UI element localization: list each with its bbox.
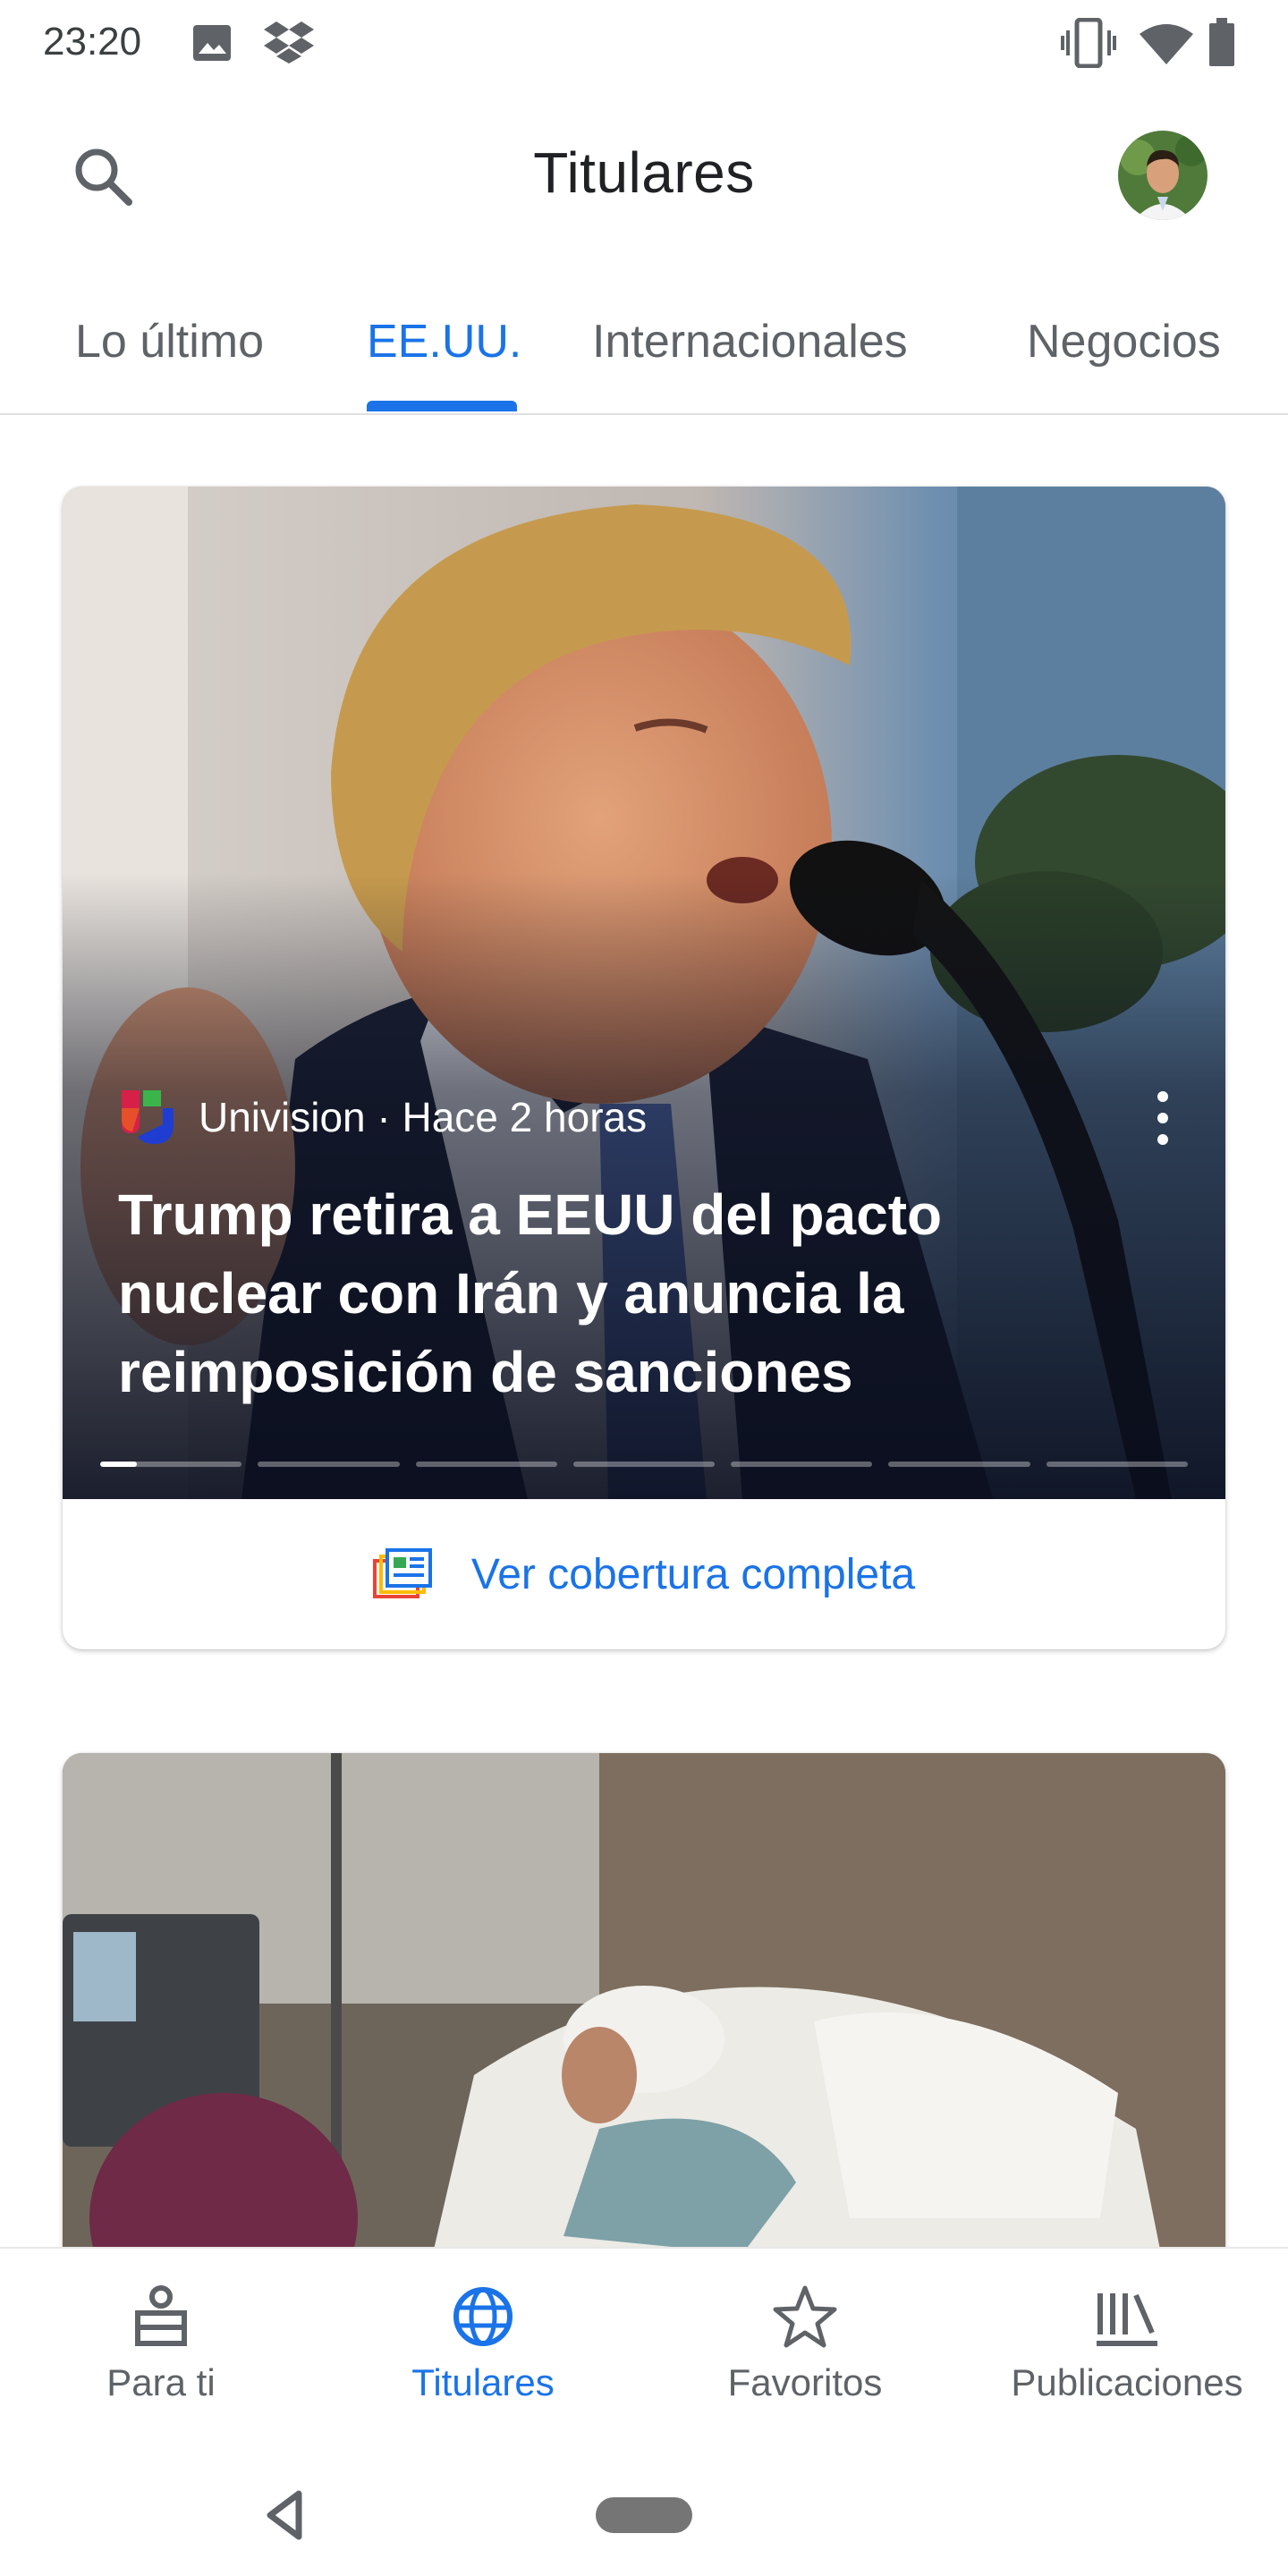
home-button[interactable] (596, 2497, 692, 2533)
tab-internacionales[interactable]: Internacionales (592, 315, 908, 369)
carousel-segment (1046, 1462, 1188, 1467)
nav-headlines-label: Titulares (411, 2361, 555, 2403)
carousel-segment (415, 1462, 557, 1467)
carousel-segment (572, 1462, 716, 1467)
carousel-segment (888, 1462, 1030, 1467)
carousel-segment (731, 1462, 873, 1467)
carousel-segment (258, 1462, 400, 1467)
more-options-icon[interactable] (1136, 1082, 1190, 1154)
back-icon[interactable] (259, 2487, 313, 2544)
bottom-navigation: Para ti Titulares Favoritos Publicacione… (0, 2247, 1288, 2456)
story-source-and-time: Univision · Hace 2 horas (199, 1094, 648, 1140)
tab-lo-ultimo[interactable]: Lo último (75, 315, 264, 369)
system-navigation-bar (0, 2456, 1288, 2576)
tab-negocios[interactable]: Negocios (1027, 315, 1221, 369)
status-bar: 23:20 (0, 0, 1288, 86)
univision-logo-icon (122, 1090, 174, 1144)
story-card[interactable]: Univision · Hace 2 horas Trump retira a … (63, 487, 1225, 1649)
star-icon (773, 2285, 837, 2348)
for-you-icon (135, 2285, 187, 2346)
nav-publications[interactable]: Publicaciones (966, 2249, 1288, 2458)
carousel-progress (100, 1462, 1188, 1469)
nav-favorites[interactable]: Favoritos (644, 2249, 966, 2458)
tab-ee-uu[interactable]: EE.UU. (367, 315, 521, 369)
story-photo (63, 1753, 1225, 2308)
vibrate-icon (1061, 18, 1116, 68)
story-headline[interactable]: Trump retira a EEUU del pacto nuclear co… (118, 1175, 1129, 1411)
globe-icon (453, 2287, 513, 2346)
account-avatar[interactable] (1118, 131, 1208, 220)
image-icon (193, 25, 231, 61)
active-tab-indicator (367, 401, 517, 411)
status-time: 23:20 (43, 20, 142, 64)
story-source-row: Univision · Hace 2 horas (118, 1088, 647, 1147)
battery-icon (1209, 18, 1234, 66)
full-coverage-label: Ver cobertura completa (470, 1550, 916, 1598)
nav-headlines[interactable]: Titulares (322, 2249, 644, 2458)
wifi-icon (1140, 24, 1193, 64)
publications-icon (1097, 2293, 1157, 2346)
nav-favorites-label: Favoritos (727, 2361, 883, 2403)
section-tabs: Lo último EE.UU. Internacionales Negocio… (0, 265, 1288, 415)
nav-for-you[interactable]: Para ti (0, 2249, 322, 2458)
full-coverage-icon (372, 1548, 432, 1598)
nav-publications-label: Publicaciones (1011, 2361, 1243, 2403)
full-coverage-button[interactable]: Ver cobertura completa (63, 1499, 1225, 1649)
story-card[interactable] (63, 1753, 1225, 2308)
nav-for-you-label: Para ti (106, 2361, 216, 2403)
dropbox-icon (264, 21, 314, 64)
page-title: Titulares (533, 140, 755, 205)
carousel-segment (100, 1462, 242, 1467)
app-bar: Titulares (0, 86, 1288, 265)
